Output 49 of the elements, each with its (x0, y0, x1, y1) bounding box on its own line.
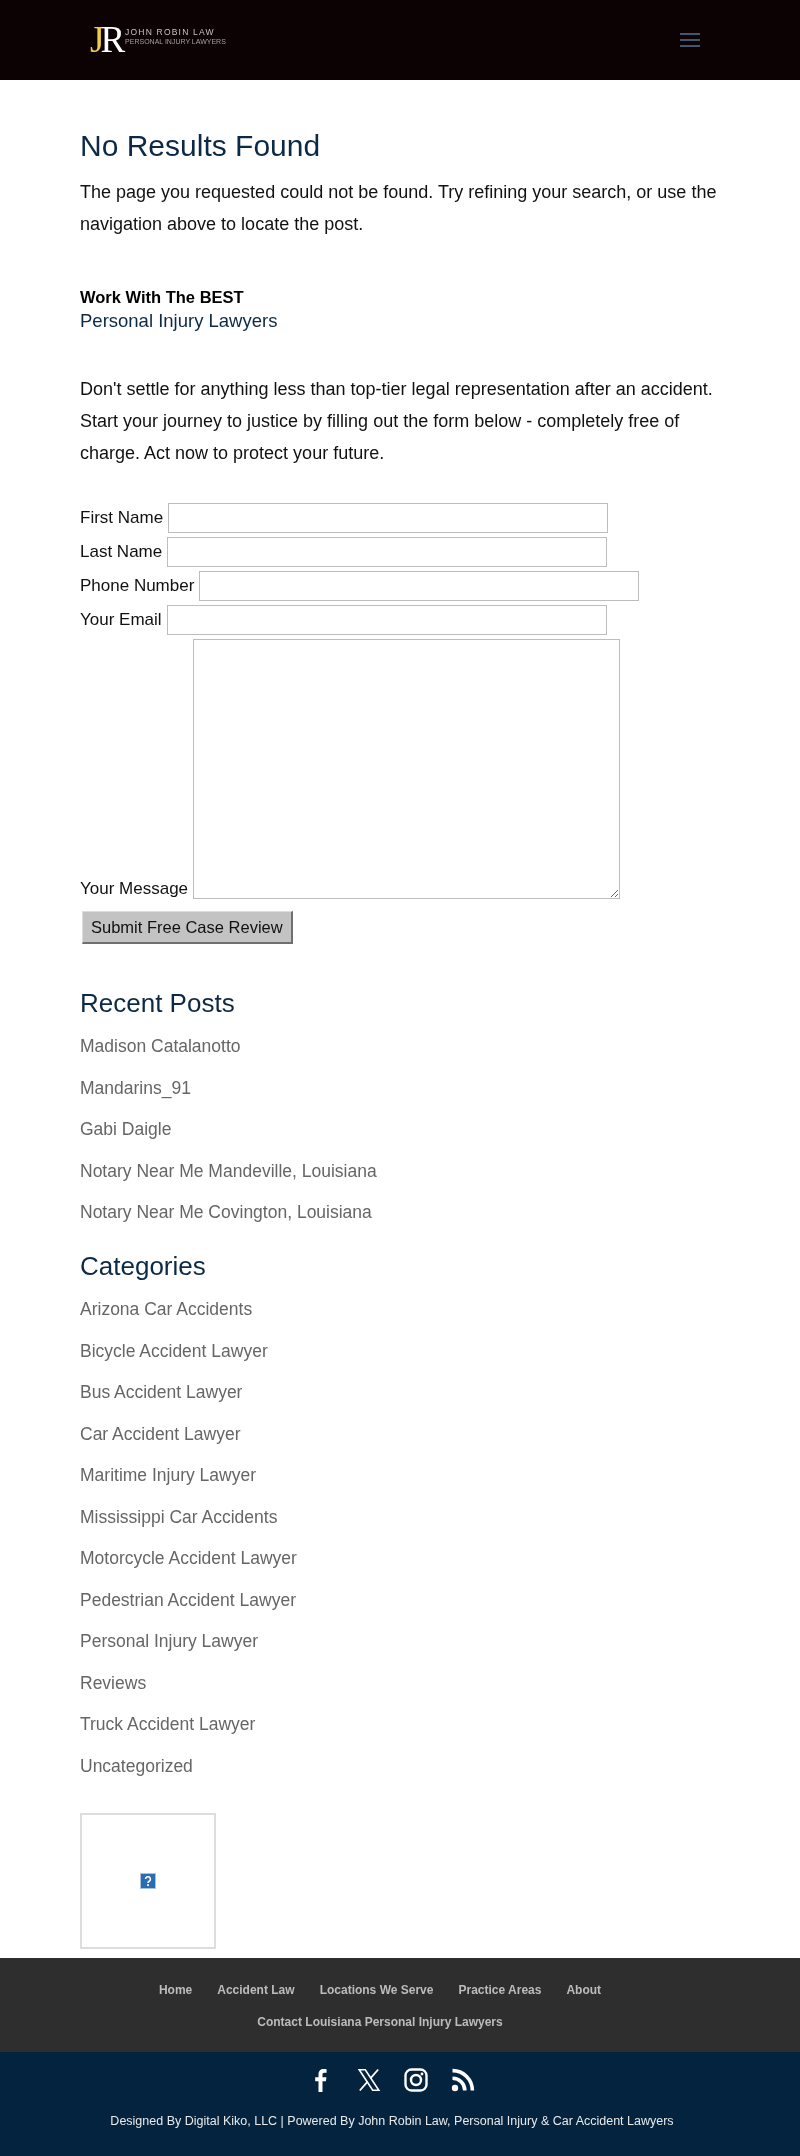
post-link[interactable]: Mandarins_91 (80, 1075, 191, 1100)
category-link[interactable]: Bus Accident Lawyer (80, 1380, 243, 1404)
category-link[interactable]: Bicycle Accident Lawyer (80, 1338, 268, 1363)
page-title: No Results Found (80, 128, 322, 164)
category-link[interactable]: Truck Accident Lawyer (80, 1712, 256, 1736)
category-link[interactable]: Motorcycle Accident Lawyer (80, 1546, 297, 1570)
category-link[interactable]: Arizona Car Accidents (80, 1297, 253, 1321)
category-link[interactable]: Uncategorized (80, 1753, 193, 1778)
post-link[interactable]: Madison Catalanotto (80, 1034, 241, 1058)
question-mark-icon (140, 1873, 156, 1889)
field-label: Your Email (80, 610, 162, 630)
input-field[interactable] (167, 537, 608, 567)
footer-link[interactable]: Accident Law (217, 1980, 295, 2000)
input-field[interactable] (199, 571, 640, 601)
logo-name: JOHN ROBIN LAW (125, 27, 216, 37)
category-link[interactable]: Personal Injury Lawyer (80, 1629, 258, 1653)
footer-link[interactable]: Contact Louisiana Personal Injury Lawyers (257, 2012, 503, 2032)
field-label: Your Message (80, 879, 189, 899)
section-heading: Recent Posts (80, 987, 236, 1019)
field-label: Phone Number (80, 576, 195, 596)
category-link[interactable]: Reviews (80, 1670, 147, 1695)
promo-subheading: Personal Injury Lawyers (80, 309, 279, 333)
submit-button[interactable]: Submit Free Case Review (82, 911, 293, 944)
footer-link[interactable]: Practice Areas (458, 1980, 542, 2000)
logo-monogram[interactable]: JR (90, 20, 126, 60)
x-icon[interactable] (356, 2068, 381, 2092)
message-text: The page you requested could not be found. Try refining your search, or use the navigation above to locate the post. (80, 181, 718, 236)
promo-heading: Work With The BEST (80, 287, 245, 308)
post-link[interactable]: Notary Near Me Covington, Louisiana (80, 1200, 372, 1224)
footer-link[interactable]: Home (158, 1980, 193, 2000)
category-link[interactable]: Car Accident Lawyer (80, 1421, 241, 1446)
post-link[interactable]: Gabi Daigle (80, 1117, 172, 1141)
credit-text: Designed By Digital Kiko, LLC | Powered By John Robin Law, Personal Injury & Car Accident Lawyers (109, 2113, 675, 2130)
footer-link[interactable]: Locations We Serve (319, 1980, 434, 2000)
post-link[interactable]: Notary Near Me Mandeville, Louisiana (80, 1158, 377, 1183)
message-field[interactable] (193, 639, 621, 899)
field-label: First Name (80, 508, 164, 528)
promo-text: Don't settle for anything less than top-tier legal representation after an accident. Start your journey to justice by filling out the form below - completely free of charge. Act now to protect your future. (80, 378, 714, 465)
category-link[interactable]: Mississippi Car Accidents (80, 1504, 278, 1529)
menu-icon[interactable] (680, 33, 700, 47)
category-link[interactable]: Maritime Injury Lawyer (80, 1463, 257, 1487)
section-heading: Categories (80, 1250, 207, 1282)
instagram-icon[interactable] (403, 2068, 428, 2092)
footer-link[interactable]: About (566, 1980, 602, 2000)
rss-icon[interactable] (450, 2068, 475, 2092)
category-link[interactable]: Pedestrian Accident Lawyer (80, 1587, 296, 1612)
field-label: Last Name (80, 542, 163, 562)
input-field[interactable] (168, 503, 609, 533)
input-field[interactable] (166, 605, 607, 635)
